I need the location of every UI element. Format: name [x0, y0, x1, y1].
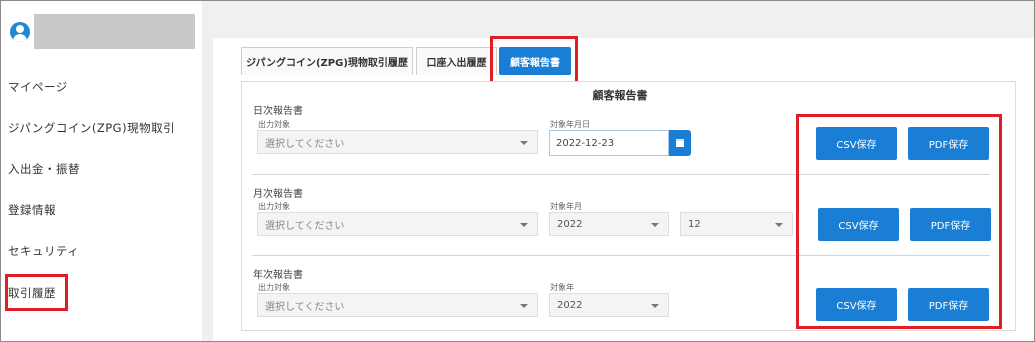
- calendar-icon: [676, 139, 684, 147]
- chevron-down-icon: [520, 223, 528, 227]
- daily-date-label: 対象年月日: [550, 120, 590, 129]
- sidebar-highlight-box: [5, 274, 68, 311]
- monthly-year-value: 2022: [557, 218, 583, 230]
- daily-output-label: 出力対象: [258, 120, 290, 129]
- tab-zpg-trade-history[interactable]: ジパングコイン(ZPG)現物取引履歴: [241, 47, 413, 75]
- yearly-year-label: 対象年: [550, 283, 574, 292]
- chevron-down-icon: [520, 304, 528, 308]
- monthly-output-placeholder: 選択してください: [265, 220, 345, 232]
- tab-highlight-box: [490, 36, 578, 86]
- daily-report-label: 日次報告書: [253, 106, 303, 117]
- yearly-output-placeholder: 選択してください: [265, 301, 345, 313]
- chevron-down-icon: [520, 141, 528, 145]
- report-title: 顧客報告書: [592, 89, 648, 102]
- monthly-month-value: 12: [688, 218, 701, 230]
- chevron-down-icon: [775, 223, 783, 227]
- sidebar-item-mypage[interactable]: マイページ: [8, 79, 68, 95]
- monthly-report-label: 月次報告書: [253, 189, 303, 200]
- buttons-highlight-box: [796, 114, 1002, 329]
- calendar-button[interactable]: [669, 130, 691, 156]
- monthly-period-label: 対象年月: [550, 202, 582, 211]
- yearly-report-label: 年次報告書: [253, 270, 303, 281]
- chevron-down-icon: [651, 304, 659, 308]
- yearly-output-select[interactable]: 選択してください: [257, 293, 538, 317]
- daily-output-placeholder: 選択してください: [265, 138, 345, 150]
- yearly-output-label: 出力対象: [258, 283, 290, 292]
- monthly-month-select[interactable]: 12: [680, 212, 793, 236]
- username-redacted: [34, 14, 195, 49]
- monthly-year-select[interactable]: 2022: [549, 212, 669, 236]
- sidebar-item-security[interactable]: セキュリティ: [8, 243, 79, 259]
- sidebar-item-deposit-transfer[interactable]: 入出金・振替: [8, 161, 80, 177]
- sidebar-item-zpg-trade[interactable]: ジパングコイン(ZPG)現物取引: [8, 120, 175, 136]
- monthly-output-select[interactable]: 選択してください: [257, 212, 538, 236]
- user-avatar-icon: [10, 22, 30, 42]
- sidebar-item-registration[interactable]: 登録情報: [8, 202, 56, 218]
- yearly-year-select[interactable]: 2022: [549, 293, 669, 317]
- monthly-output-label: 出力対象: [258, 202, 290, 211]
- daily-output-select[interactable]: 選択してください: [257, 130, 538, 154]
- daily-date-input[interactable]: 2022-12-23: [549, 130, 669, 156]
- chevron-down-icon: [651, 223, 659, 227]
- yearly-year-value: 2022: [557, 299, 583, 311]
- tab-account-history[interactable]: 口座入出履歴: [416, 47, 497, 75]
